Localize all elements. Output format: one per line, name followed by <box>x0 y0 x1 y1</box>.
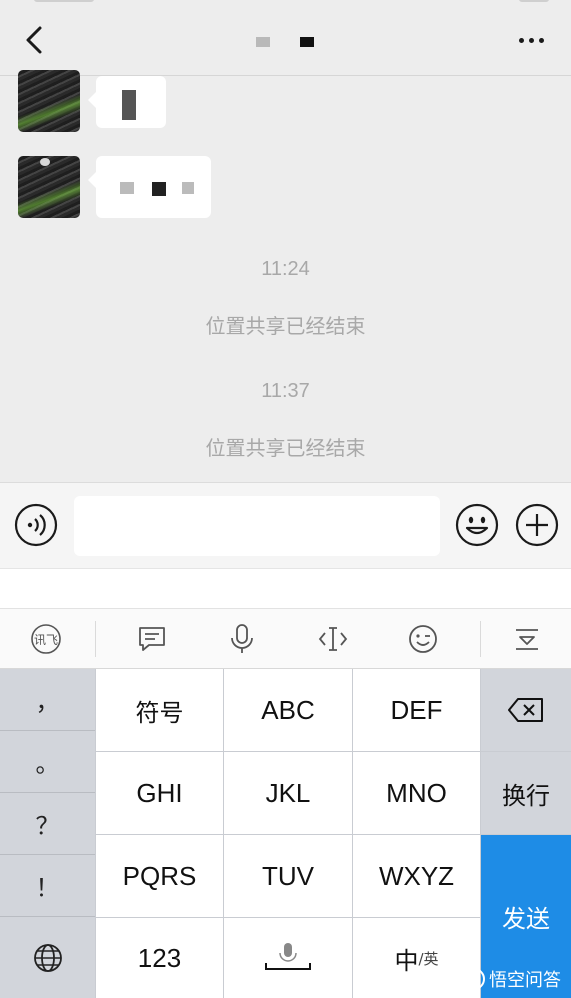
dot-icon <box>528 37 534 43</box>
ifly-logo-button[interactable]: 讯飞 <box>28 621 64 657</box>
redacted-block <box>182 182 194 194</box>
emoji-wink-icon <box>409 625 437 653</box>
backspace-icon <box>508 698 543 722</box>
voice-icon <box>14 503 58 547</box>
microphone-icon <box>231 624 253 653</box>
key-def[interactable]: DEF <box>353 669 480 751</box>
ifly-logo-icon: 讯飞 <box>31 624 61 654</box>
space-key[interactable] <box>224 918 352 998</box>
watermark-logo-icon: 悟 <box>463 968 485 990</box>
chat-header <box>0 0 571 76</box>
emoji-button[interactable] <box>455 503 499 547</box>
lang-en-label: /英 <box>418 949 439 968</box>
key-mno[interactable]: MNO <box>353 752 480 834</box>
message-icon <box>139 627 165 651</box>
dot-icon <box>518 37 524 43</box>
chat-title-redacted <box>200 30 370 54</box>
message-input[interactable] <box>74 496 440 556</box>
key-ghi[interactable]: GHI <box>96 752 223 834</box>
more-options-button[interactable] <box>511 26 551 54</box>
globe-key[interactable] <box>0 917 95 998</box>
emoji-tool-button[interactable] <box>405 621 441 657</box>
redacted-block <box>122 90 136 120</box>
chevron-left-icon <box>26 26 42 54</box>
message-timestamp: 11:24 <box>261 258 310 280</box>
more-functions-button[interactable] <box>515 503 559 547</box>
punctuation-column: ， 。 ？ ！ <box>0 669 95 998</box>
backspace-key[interactable] <box>481 669 571 751</box>
redacted-block <box>152 182 166 196</box>
avatar[interactable] <box>18 70 80 132</box>
key-symbols[interactable]: 符号 <box>96 669 223 751</box>
keyboard-candidate-area <box>0 568 571 608</box>
key-comma[interactable]: ， <box>0 669 95 731</box>
message-tool-button[interactable] <box>134 621 170 657</box>
watermark-text: 悟空问答 <box>489 970 561 991</box>
lang-cn-label: 中 <box>394 946 419 975</box>
language-switch-key[interactable]: 中/英 <box>353 918 480 998</box>
back-button[interactable] <box>16 22 52 58</box>
newline-key[interactable]: 换行 <box>481 752 571 834</box>
moon-dot <box>40 158 50 166</box>
globe-icon <box>33 943 62 972</box>
key-pqrs[interactable]: PQRS <box>96 835 223 917</box>
key-wxyz[interactable]: WXYZ <box>353 835 480 917</box>
system-message: 位置共享已经结束 <box>205 314 366 338</box>
svg-text:讯飞: 讯飞 <box>34 633 58 647</box>
message-bubble-redacted[interactable] <box>88 76 166 128</box>
avatar[interactable] <box>18 156 80 218</box>
status-bar-fragment <box>34 0 94 2</box>
emoji-icon <box>455 503 499 547</box>
toolbar-divider <box>480 621 481 657</box>
key-123[interactable]: 123 <box>96 918 223 998</box>
redacted-block <box>256 37 270 47</box>
system-message: 位置共享已经结束 <box>205 436 366 460</box>
chat-input-bar <box>0 482 571 568</box>
ime-keyboard: ， 。 ？ ！ 符号 ABC DEF GHI JKL MNO 换行 PQRS T… <box>0 669 571 998</box>
watermark: 悟 悟空问答 <box>463 966 561 992</box>
cursor-tool-button[interactable] <box>315 621 351 657</box>
key-exclamation[interactable]: ！ <box>0 855 95 917</box>
key-jkl[interactable]: JKL <box>224 752 352 834</box>
space-mic-icon <box>265 943 311 970</box>
message-bubble-redacted[interactable] <box>88 156 211 218</box>
plus-circle-icon <box>515 503 559 547</box>
cursor-icon <box>318 627 348 651</box>
key-period[interactable]: 。 <box>0 731 95 793</box>
voice-button[interactable] <box>14 503 58 547</box>
redacted-block <box>300 37 314 47</box>
key-tuv[interactable]: TUV <box>224 835 352 917</box>
status-bar-fragment-right <box>519 0 549 2</box>
dot-icon <box>538 37 544 43</box>
collapse-keyboard-icon <box>516 629 538 650</box>
ime-toolbar: 讯飞 <box>0 608 571 669</box>
send-label: 发送 <box>502 905 550 933</box>
key-question[interactable]: ？ <box>0 793 95 855</box>
redacted-block <box>120 182 134 194</box>
message-timestamp: 11:37 <box>261 380 310 402</box>
collapse-keyboard-button[interactable] <box>509 621 545 657</box>
toolbar-divider <box>95 621 96 657</box>
key-abc[interactable]: ABC <box>224 669 352 751</box>
voice-input-button[interactable] <box>224 621 260 657</box>
message-list[interactable]: 11:24 位置共享已经结束 11:37 位置共享已经结束 <box>0 70 571 482</box>
